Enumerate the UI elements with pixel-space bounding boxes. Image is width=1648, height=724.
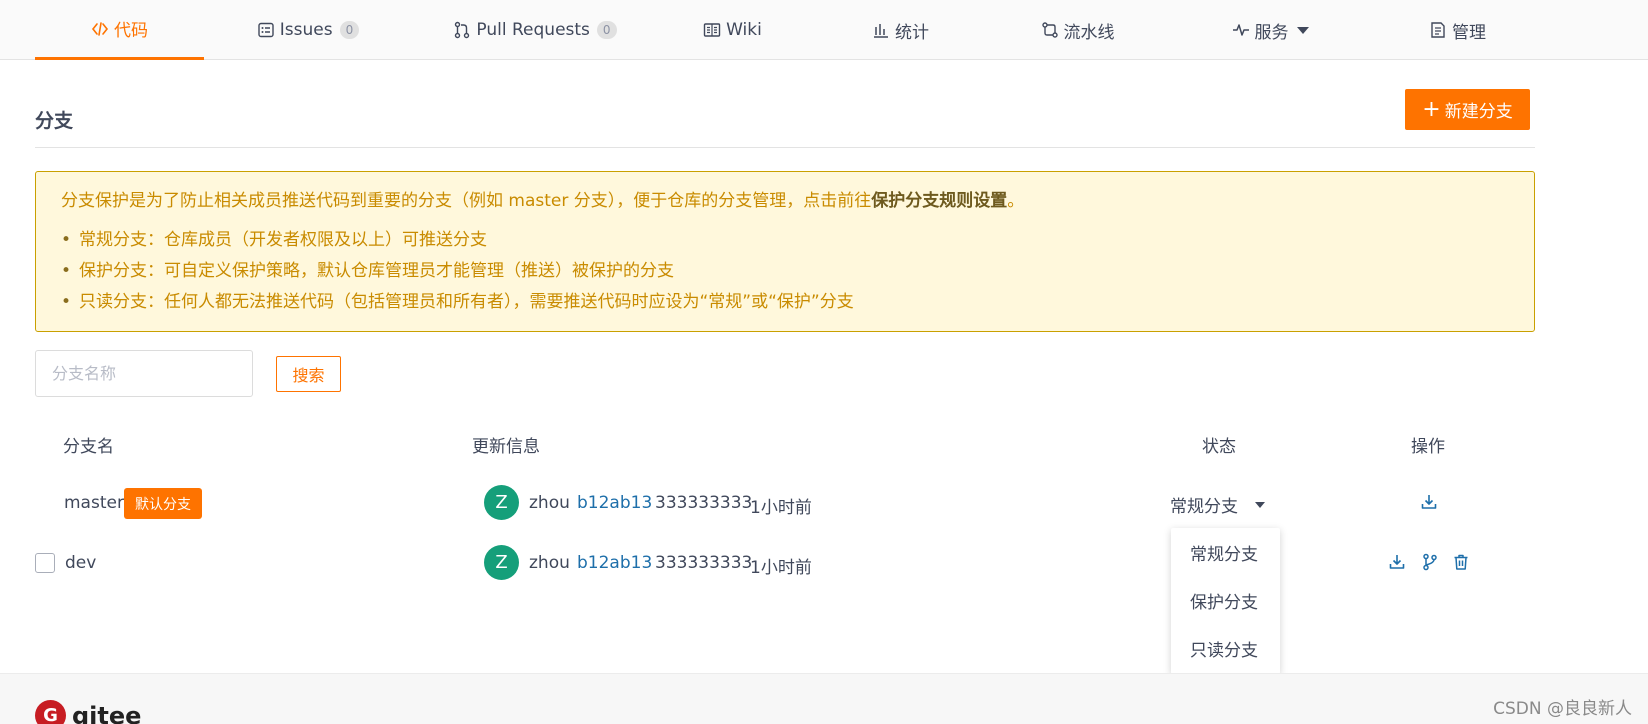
repo-nav: 代码 Issues 0 Pull Requests 0 Wiki 统计 流水线 bbox=[0, 0, 1648, 60]
tab-label: 服务 bbox=[1254, 22, 1289, 43]
pr-count-badge: 0 bbox=[596, 21, 617, 39]
download-icon bbox=[1389, 555, 1405, 569]
branch-icon bbox=[1423, 553, 1437, 571]
commit-author[interactable]: zhou bbox=[529, 553, 570, 573]
commit-time: 1小时前 bbox=[750, 498, 812, 518]
status-value: 常规分支 bbox=[1170, 497, 1238, 517]
tab-label: Wiki bbox=[726, 20, 762, 40]
pipeline-icon bbox=[1041, 21, 1059, 39]
status-option-readonly[interactable]: 只读分支 bbox=[1171, 624, 1280, 672]
default-branch-badge: 默认分支 bbox=[124, 488, 202, 519]
avatar[interactable]: Z bbox=[484, 485, 519, 520]
page-title: 分支 bbox=[35, 110, 74, 132]
tab-label: 代码 bbox=[114, 21, 148, 41]
column-header-actions: 操作 bbox=[1411, 437, 1445, 457]
commit-time: 1小时前 bbox=[750, 558, 812, 578]
plus-icon: + bbox=[1422, 96, 1441, 122]
trash-icon bbox=[1454, 554, 1468, 570]
notice-lead-text: 分支保护是为了防止相关成员推送代码到重要的分支（例如 master 分支），便于… bbox=[61, 191, 872, 211]
status-option-regular[interactable]: 常规分支 bbox=[1171, 528, 1280, 576]
bar-chart-icon bbox=[872, 21, 890, 39]
commit-message: 333333333 bbox=[655, 493, 753, 513]
column-header-update: 更新信息 bbox=[472, 437, 540, 457]
commit-message: 333333333 bbox=[655, 553, 753, 573]
status-dropdown-menu: 常规分支 保护分支 只读分支 bbox=[1171, 528, 1280, 674]
issues-count-badge: 0 bbox=[339, 21, 360, 39]
download-icon bbox=[1421, 495, 1437, 509]
branch-name[interactable]: master bbox=[64, 493, 124, 513]
code-icon bbox=[91, 20, 109, 38]
download-button[interactable] bbox=[1386, 551, 1408, 573]
tab-manage[interactable]: 管理 bbox=[1415, 0, 1500, 60]
commit-hash[interactable]: b12ab13 bbox=[577, 553, 652, 573]
divider bbox=[35, 147, 1535, 148]
issues-icon bbox=[257, 21, 275, 39]
tab-services[interactable]: 服务 bbox=[1220, 0, 1320, 60]
branch-search-input[interactable] bbox=[35, 350, 253, 397]
tab-wiki[interactable]: Wiki bbox=[690, 0, 775, 60]
merge-request-button[interactable] bbox=[1419, 551, 1441, 573]
notice-item-regular: 常规分支：仓库成员（开发者权限及以上）可推送分支 bbox=[61, 225, 1509, 256]
download-button[interactable] bbox=[1418, 491, 1440, 513]
tab-issues[interactable]: Issues 0 bbox=[218, 0, 398, 60]
pull-request-icon bbox=[453, 21, 471, 39]
status-option-protected[interactable]: 保护分支 bbox=[1171, 576, 1280, 624]
delete-button[interactable] bbox=[1450, 551, 1472, 573]
gitee-logo-icon: G bbox=[35, 700, 66, 724]
tab-label: 管理 bbox=[1452, 22, 1486, 43]
tab-pull-requests[interactable]: Pull Requests 0 bbox=[440, 0, 630, 60]
branch-status-select[interactable]: 常规分支 bbox=[1170, 492, 1265, 517]
protection-rules-link[interactable]: 保护分支规则设置 bbox=[871, 191, 1007, 211]
tab-pipeline[interactable]: 流水线 bbox=[1030, 0, 1125, 60]
tab-label: 流水线 bbox=[1063, 22, 1115, 43]
commit-author[interactable]: zhou bbox=[529, 493, 570, 513]
tab-label: Issues bbox=[279, 20, 333, 40]
tab-code[interactable]: 代码 bbox=[35, 0, 204, 60]
column-header-status: 状态 bbox=[1202, 437, 1236, 457]
tab-label: 统计 bbox=[895, 22, 929, 43]
gitee-logo[interactable]: G gitee bbox=[35, 700, 141, 724]
document-icon bbox=[1429, 21, 1447, 39]
column-header-name: 分支名 bbox=[63, 437, 114, 457]
notice-item-protected: 保护分支：可自定义保护策略，默认仓库管理员才能管理（推送）被保护的分支 bbox=[61, 256, 1509, 287]
new-branch-button[interactable]: + 新建分支 bbox=[1405, 89, 1530, 130]
tab-stats[interactable]: 统计 bbox=[858, 0, 943, 60]
new-branch-label: 新建分支 bbox=[1444, 102, 1513, 122]
chevron-down-icon bbox=[1296, 26, 1309, 34]
row-checkbox[interactable] bbox=[35, 553, 55, 573]
commit-hash[interactable]: b12ab13 bbox=[577, 493, 652, 513]
branch-protection-notice: 分支保护是为了防止相关成员推送代码到重要的分支（例如 master 分支），便于… bbox=[35, 171, 1535, 332]
notice-lead: 分支保护是为了防止相关成员推送代码到重要的分支（例如 master 分支），便于… bbox=[61, 189, 1509, 213]
notice-item-readonly: 只读分支：任何人都无法推送代码（包括管理员和所有者），需要推送代码时应设为“常规… bbox=[61, 287, 1509, 318]
gitee-logo-text: gitee bbox=[72, 701, 142, 724]
avatar[interactable]: Z bbox=[484, 545, 519, 580]
caret-down-icon bbox=[1255, 501, 1265, 508]
tab-label: Pull Requests bbox=[476, 20, 590, 40]
book-icon bbox=[703, 21, 721, 39]
branch-name[interactable]: dev bbox=[65, 553, 96, 573]
notice-lead-end: 。 bbox=[1007, 191, 1025, 211]
search-button[interactable]: 搜索 bbox=[276, 356, 341, 392]
watermark: CSDN @良良新人 bbox=[1493, 699, 1632, 719]
footer bbox=[0, 673, 1648, 724]
pulse-icon bbox=[1232, 21, 1250, 39]
notice-list: 常规分支：仓库成员（开发者权限及以上）可推送分支 保护分支：可自定义保护策略，默… bbox=[61, 225, 1509, 318]
